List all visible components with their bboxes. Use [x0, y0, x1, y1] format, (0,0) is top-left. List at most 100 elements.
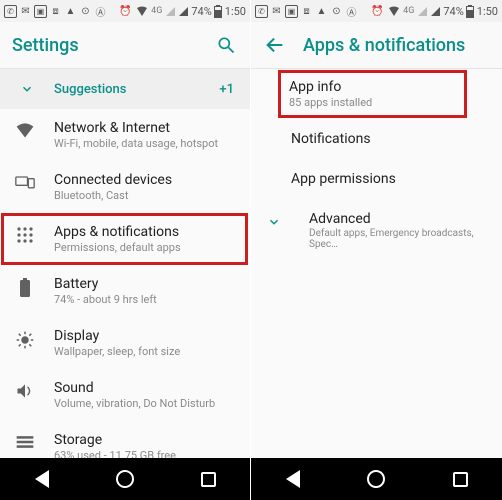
devices-icon — [14, 172, 36, 190]
alarm-icon: ⏰ — [371, 5, 384, 18]
status-left-icons: ✆ ✉ ▣ ⧈ ▲ ⊙ Ⓐ — [255, 5, 358, 18]
appbar: Settings — [0, 22, 250, 68]
signal-sim1-icon — [417, 6, 427, 16]
item-subtitle: Permissions, default apps — [54, 241, 237, 254]
signal-sim1-icon — [165, 6, 175, 16]
item-subtitle: Bluetooth, Cast — [54, 189, 238, 202]
item-title: App info — [289, 79, 456, 95]
display-icon — [14, 328, 36, 350]
back-triangle-icon — [286, 470, 300, 488]
page-title: Apps & notifications — [303, 35, 465, 56]
phone-left: ✆ ✉ ▣ ⧈ ▲ ⊙ Ⓐ ⏰ 4G 74% 1:50 Settings — [0, 0, 251, 500]
item-title: Notifications — [291, 131, 486, 147]
item-app-info[interactable]: App info85 apps installed — [279, 71, 466, 117]
item-title: Display — [54, 328, 238, 344]
apps-notif-list: App info85 apps installed Notifications … — [251, 69, 502, 458]
phone-right: ✆ ✉ ▣ ⧈ ▲ ⊙ Ⓐ ⏰ 4G 74% 1:50 Apps & — [251, 0, 502, 500]
signal-sim2-icon — [430, 6, 440, 16]
item-notifications[interactable]: Notifications — [251, 119, 502, 159]
item-title: Connected devices — [54, 172, 238, 188]
appbar: Apps & notifications — [251, 22, 502, 68]
item-title: Network & Internet — [54, 120, 238, 136]
image-icon: ▣ — [34, 5, 47, 18]
settings-list: Network & InternetWi-Fi, mobile, data us… — [0, 109, 250, 458]
dropbox-icon: ⧈ — [300, 5, 313, 18]
wifi-icon — [135, 5, 148, 18]
chevron-down-icon — [267, 211, 287, 229]
suggestions-count: +1 — [219, 82, 234, 97]
nav-home[interactable] — [363, 466, 389, 492]
item-subtitle: 63% used - 11.75 GB free — [54, 449, 238, 458]
item-subtitle: 85 apps installed — [289, 96, 456, 109]
chevron-down-icon — [20, 82, 34, 96]
whatsapp-icon: ✆ — [4, 5, 17, 18]
circle-a-icon: Ⓐ — [345, 5, 358, 18]
recents-square-icon — [201, 472, 216, 487]
home-circle-icon — [116, 470, 134, 488]
item-title: Apps & notifications — [54, 224, 237, 240]
status-bar: ✆ ✉ ▣ ⧈ ▲ ⊙ Ⓐ ⏰ 4G 74% 1:50 — [251, 0, 502, 22]
circle-a-icon: Ⓐ — [94, 5, 107, 18]
item-subtitle: Wi-Fi, mobile, data usage, hotspot — [54, 137, 238, 150]
nav-recents[interactable] — [195, 466, 221, 492]
item-subtitle: 74% - about 9 hrs left — [54, 293, 238, 306]
back-button[interactable] — [263, 33, 287, 57]
item-title: Battery — [54, 276, 238, 292]
item-title: Storage — [54, 432, 238, 448]
back-triangle-icon — [35, 470, 49, 488]
image-icon: ▣ — [285, 5, 298, 18]
item-connected-devices[interactable]: Connected devicesBluetooth, Cast — [0, 161, 250, 213]
mail-icon: ✉ — [19, 5, 32, 18]
item-apps-notifications[interactable]: Apps & notificationsPermissions, default… — [2, 214, 247, 264]
search-icon — [216, 35, 236, 55]
item-subtitle: Volume, vibration, Do Not Disturb — [54, 397, 238, 410]
item-advanced[interactable]: AdvancedDefault apps, Emergency broadcas… — [251, 199, 502, 262]
nav-back[interactable] — [280, 466, 306, 492]
debug-icon: ⊙ — [79, 5, 92, 18]
home-circle-icon — [367, 470, 385, 488]
android-navbar — [251, 458, 502, 500]
battery-indicator: 74% — [191, 5, 221, 18]
item-storage[interactable]: Storage63% used - 11.75 GB free — [0, 421, 250, 458]
whatsapp-icon: ✆ — [255, 5, 268, 18]
nav-recents[interactable] — [447, 466, 473, 492]
suggestions-row[interactable]: Suggestions +1 — [0, 69, 250, 109]
storage-icon — [14, 432, 36, 450]
status-bar: ✆ ✉ ▣ ⧈ ▲ ⊙ Ⓐ ⏰ 4G 74% 1:50 — [0, 0, 250, 22]
sync-icon: ▲ — [315, 5, 328, 18]
nav-home[interactable] — [112, 466, 138, 492]
dropbox-icon: ⧈ — [49, 5, 62, 18]
nav-back[interactable] — [29, 466, 55, 492]
item-sound[interactable]: SoundVolume, vibration, Do Not Disturb — [0, 369, 250, 421]
battery-pct: 74% — [443, 5, 463, 18]
apps-icon — [14, 224, 36, 244]
clock: 1:50 — [225, 5, 246, 18]
item-app-permissions[interactable]: App permissions — [251, 159, 502, 199]
network-4g: 4G — [403, 6, 414, 16]
mail-icon: ✉ — [270, 5, 283, 18]
signal-sim2-icon — [178, 6, 188, 16]
network-4g: 4G — [151, 6, 162, 16]
item-subtitle: Wallpaper, sleep, font size — [54, 345, 238, 358]
sync-icon: ▲ — [64, 5, 77, 18]
item-network[interactable]: Network & InternetWi-Fi, mobile, data us… — [0, 109, 250, 161]
debug-icon: ⊙ — [330, 5, 343, 18]
search-button[interactable] — [214, 33, 238, 57]
arrow-back-icon — [264, 34, 286, 56]
battery-indicator: 74% — [443, 5, 473, 18]
item-display[interactable]: DisplayWallpaper, sleep, font size — [0, 317, 250, 369]
wifi-icon — [14, 120, 36, 138]
page-title: Settings — [12, 35, 79, 56]
suggestions-label: Suggestions — [54, 82, 126, 97]
battery-pct: 74% — [191, 5, 211, 18]
item-title: Sound — [54, 380, 238, 396]
status-left-icons: ✆ ✉ ▣ ⧈ ▲ ⊙ Ⓐ — [4, 5, 107, 18]
item-title: App permissions — [291, 171, 486, 187]
wifi-icon — [387, 5, 400, 18]
clock: 1:50 — [477, 5, 498, 18]
android-navbar — [0, 458, 250, 500]
sound-icon — [14, 380, 36, 400]
recents-square-icon — [453, 472, 468, 487]
alarm-icon: ⏰ — [119, 5, 132, 18]
item-battery[interactable]: Battery74% - about 9 hrs left — [0, 265, 250, 317]
